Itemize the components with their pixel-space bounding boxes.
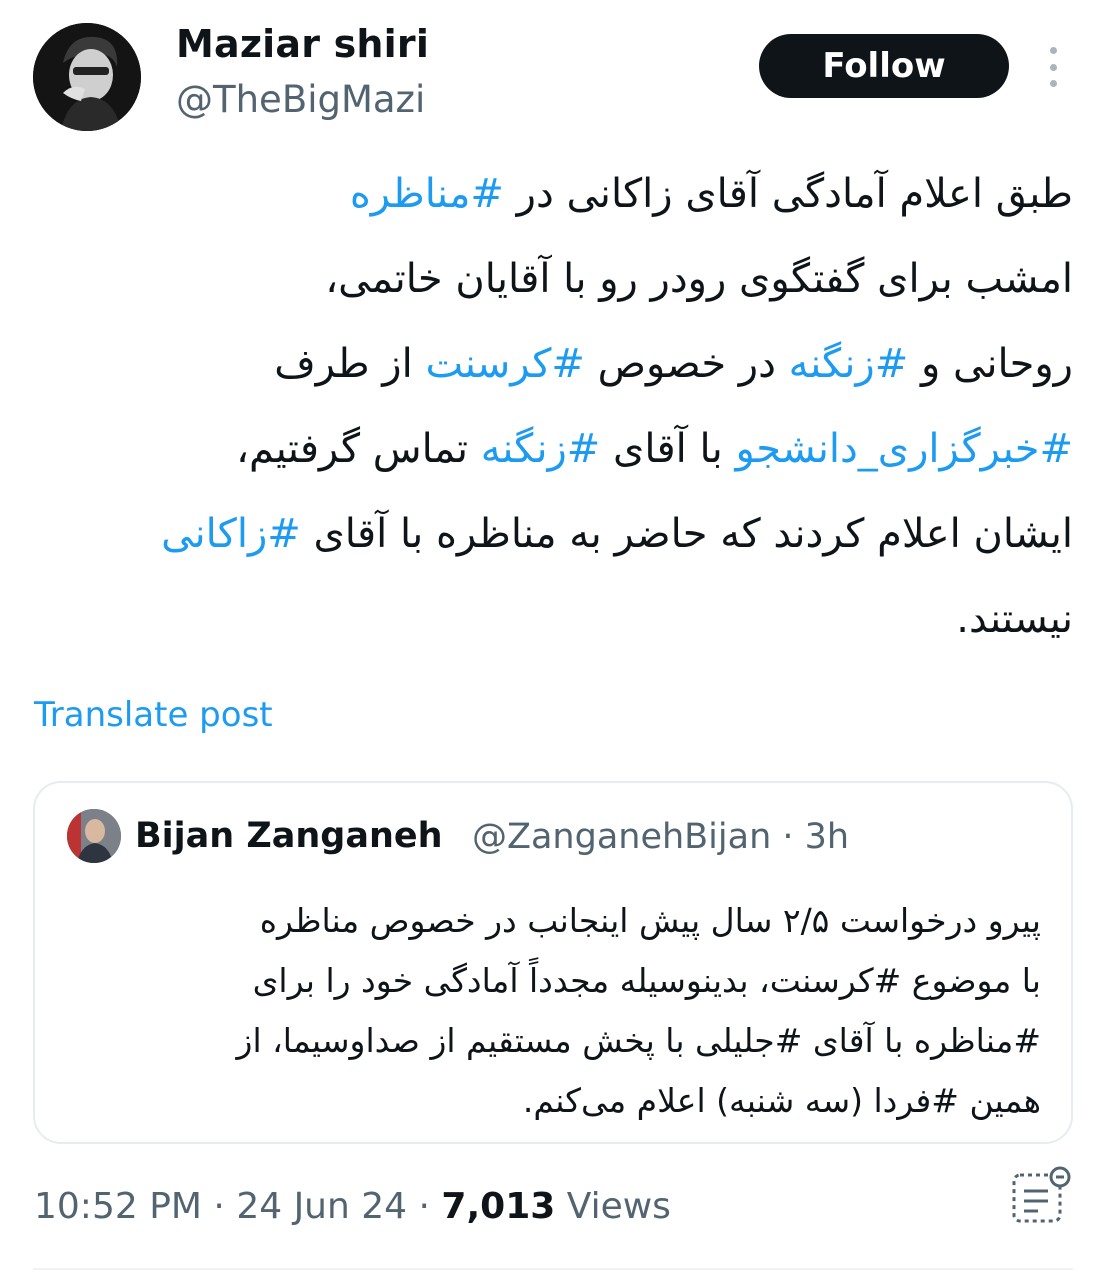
meta-separator: ·: [201, 1186, 237, 1227]
post-text-line: #خبرگزاری_دانشجو با آقای #زنگنه تماس گرف…: [20, 407, 1073, 492]
post-text-segment: با آقای: [600, 426, 736, 472]
post-text-line: طبق اعلام آمادگی آقای زاکانی در #مناظره: [20, 152, 1073, 237]
quoted-text-line: با موضوع #کرسنت، بدینوسیله مجدداً آمادگی…: [252, 961, 1041, 1000]
more-vertical-icon[interactable]: [1040, 47, 1066, 87]
analytics-icon[interactable]: [1008, 1163, 1074, 1229]
quoted-post-text: پیرو درخواست ۲/۵ سال پیش اینجانب در خصوص…: [55, 891, 1041, 1131]
views-label: Views: [555, 1186, 671, 1227]
post-text-segment: نیستند.: [956, 596, 1073, 642]
quoted-author-avatar[interactable]: [67, 809, 121, 863]
quoted-post[interactable]: Bijan Zanganeh @ZanganehBijan · 3h پیرو …: [33, 781, 1073, 1144]
author-avatar[interactable]: [33, 23, 141, 131]
views-count: 7,013: [441, 1186, 556, 1227]
post-text-segment: امشب برای گفتگوی رودر رو با آقایان خاتمی…: [325, 256, 1073, 302]
post-text-segment: در خصوص: [584, 341, 789, 387]
post-text-segment: تماس گرفتیم،: [236, 426, 481, 472]
post-text-line: ایشان اعلام کردند که حاضر به مناظره با آ…: [20, 492, 1073, 577]
divider: [33, 1268, 1073, 1270]
post-text-segment: روحانی و: [908, 341, 1073, 387]
quoted-text-line: #مناظره با آقای #جلیلی با پخش مستقیم از …: [236, 1021, 1041, 1060]
post-date[interactable]: 24 Jun 24: [236, 1186, 407, 1227]
translate-post-link[interactable]: Translate post: [34, 695, 273, 735]
post-text-line: روحانی و #زنگنه در خصوص #کرسنت از طرف: [20, 322, 1073, 407]
quoted-text-line: پیرو درخواست ۲/۵ سال پیش اینجانب در خصوص…: [259, 901, 1041, 940]
hashtag-link[interactable]: #مناظره: [350, 171, 504, 217]
post-text-segment: طبق اعلام آمادگی آقای زاکانی در: [503, 171, 1073, 217]
post-text-segment: ایشان اعلام کردند که حاضر به مناظره با آ…: [300, 511, 1073, 557]
author-handle[interactable]: @TheBigMazi: [176, 78, 425, 121]
quoted-text-line: همین #فردا (سه شنبه) اعلام می‌کنم.: [522, 1081, 1041, 1120]
quoted-author-name[interactable]: Bijan Zanganeh: [135, 816, 443, 856]
hashtag-link[interactable]: #زنگنه: [481, 426, 601, 472]
author-name[interactable]: Maziar shiri: [176, 22, 429, 66]
hashtag-link[interactable]: #خبرگزاری_دانشجو: [736, 426, 1073, 472]
post-text: طبق اعلام آمادگی آقای زاکانی در #مناظره ا…: [20, 152, 1073, 662]
hashtag-link[interactable]: #زنگنه: [789, 341, 909, 387]
meta-separator: ·: [407, 1186, 442, 1227]
post-meta: 10:52 PM · 24 Jun 24 · 7,013 Views: [34, 1186, 671, 1227]
post-time[interactable]: 10:52 PM: [34, 1186, 202, 1227]
quoted-author-handle-time[interactable]: @ZanganehBijan · 3h: [472, 817, 849, 857]
follow-button[interactable]: Follow: [759, 34, 1009, 98]
post-text-line: نیستند.: [20, 577, 1073, 662]
hashtag-link[interactable]: #زاکانی: [161, 511, 301, 557]
hashtag-link[interactable]: #کرسنت: [425, 341, 585, 387]
post-text-segment: از طرف: [274, 341, 426, 387]
post-header: Maziar shiri @TheBigMazi Follow: [0, 0, 1108, 140]
post-text-line: امشب برای گفتگوی رودر رو با آقایان خاتمی…: [20, 237, 1073, 322]
